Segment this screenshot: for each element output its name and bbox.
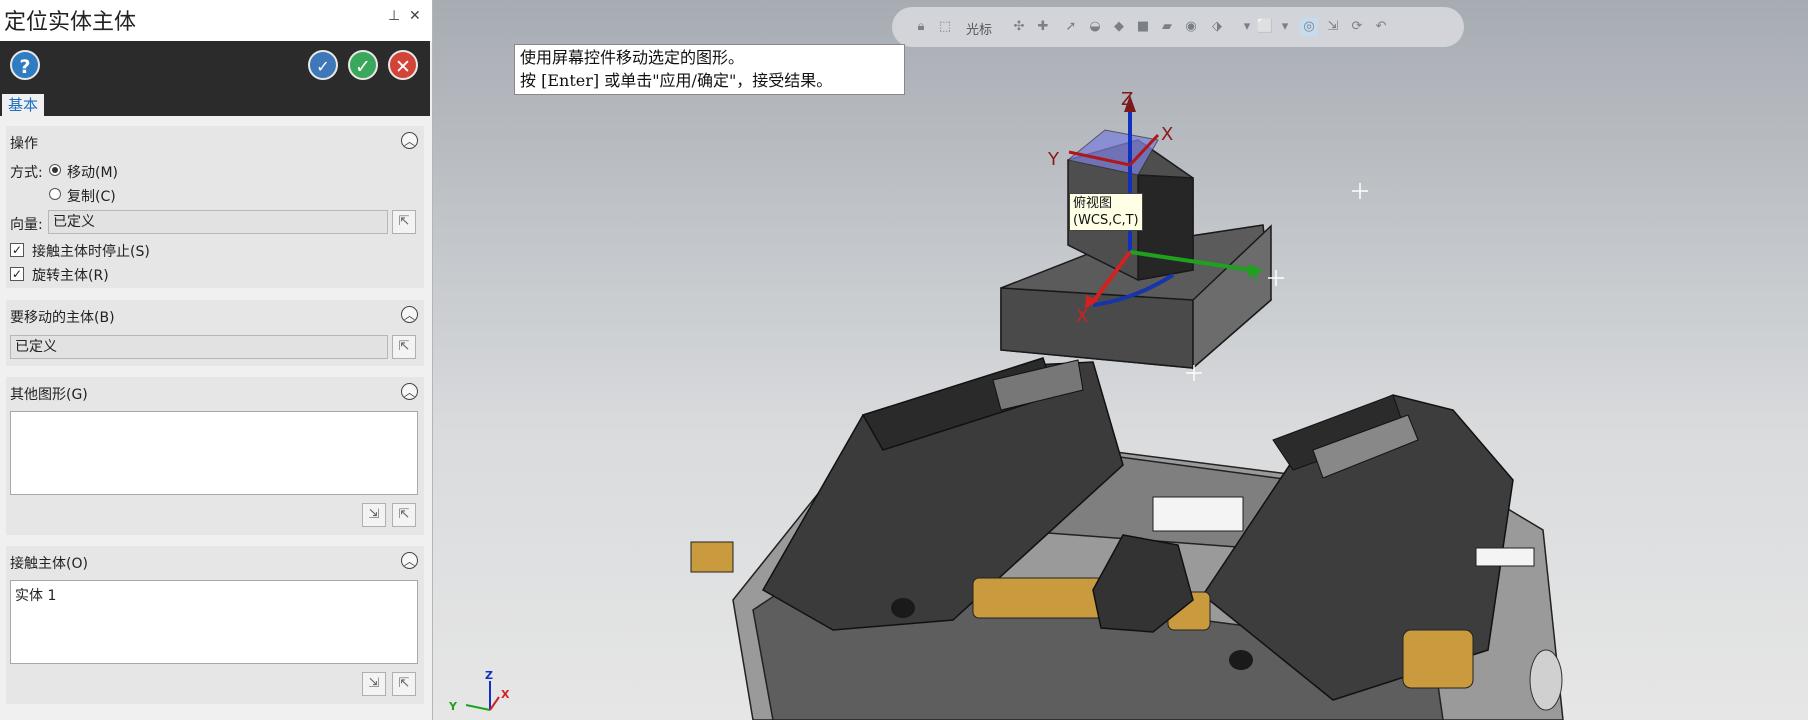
body-select-button[interactable]: ⇱	[392, 335, 416, 359]
dialog-toolbar: ? ✓ ✓ ✕	[0, 41, 430, 92]
tab-basic[interactable]: 基本	[2, 94, 45, 116]
collapse-contact-body-button[interactable]: ︿	[401, 552, 418, 569]
collapse-body-to-move-button[interactable]: ︿	[401, 306, 418, 323]
cursor-label[interactable]: 光标	[966, 19, 992, 38]
triad-z-label: Z	[485, 669, 493, 682]
snap-point-icon[interactable]: ✚	[1034, 18, 1052, 36]
vector-select-button[interactable]: ⇱	[392, 210, 416, 234]
vise-model	[690, 357, 1564, 720]
dialog-titlebar: 定位实体主体 ⊥ ✕	[0, 0, 432, 41]
triad-x-label: X	[501, 688, 510, 701]
other-geometry-group: 其他图形(G) ︿ ⇲ ⇱	[6, 377, 424, 535]
cad-scene: Z Y X Y X Z Y X	[448, 89, 1564, 720]
lock-icon[interactable]: 🔒︎	[912, 18, 930, 36]
close-icon[interactable]: ✕	[409, 8, 421, 24]
view-toolbar: 🔒︎ ⬚ 光标 ✣ ✚ ➚ ◒ ◆ ■ ▰ ◉ ⬗ ▾ ⬜ ▾ ◎ ⇲ ⟳ ↶	[892, 7, 1464, 47]
collapse-other-geometry-button[interactable]: ︿	[401, 383, 418, 400]
view-tag-line-2: (WCS,C,T)	[1073, 213, 1139, 228]
collapse-operation-button[interactable]: ︿	[401, 132, 418, 149]
view-triad: Z Y X	[448, 669, 510, 713]
manip-y-label-upper: Y	[1047, 149, 1060, 170]
body-to-move-group: 要移动的主体(B) ︿ 已定义 ⇱	[6, 300, 424, 366]
cube-front-icon[interactable]: ■	[1134, 18, 1152, 36]
filter-icon[interactable]: ⬗	[1208, 18, 1226, 36]
body-to-move-field[interactable]: 已定义	[10, 335, 388, 359]
pin-icon[interactable]: ⊥	[388, 8, 400, 24]
other-geometry-header: 其他图形(G)	[10, 387, 88, 403]
contact-body-header: 接触主体(O)	[10, 556, 88, 572]
xyz-icon[interactable]: ✣	[1010, 18, 1028, 36]
vector-field[interactable]: 已定义	[48, 210, 388, 234]
manip-y-label: Y	[1249, 266, 1262, 287]
other-geometry-list[interactable]	[10, 411, 418, 495]
move-radio-label: 移动(M)	[67, 165, 119, 181]
body-to-move-header: 要移动的主体(B)	[10, 310, 115, 326]
locate-body-dialog: 定位实体主体 ⊥ ✕ ? ✓ ✓ ✕ 基本 操作 ︿ 方式: 移动(M) 复制(…	[0, 0, 433, 720]
chevron-down-icon[interactable]: ▾	[1238, 18, 1256, 36]
ok-button[interactable]: ✓	[348, 50, 378, 80]
rotate-body-label: 旋转主体(R)	[32, 268, 109, 284]
select-geometry-button[interactable]: ⇱	[392, 503, 416, 527]
cube-side-icon[interactable]: ▰	[1158, 18, 1176, 36]
hint-line-2: 按 [Enter] 或单击"应用/确定"，接受结果。	[520, 71, 833, 90]
triad-y-label: Y	[448, 700, 458, 713]
move-radio[interactable]	[49, 164, 61, 176]
list-item[interactable]: 实体 1	[15, 585, 413, 605]
rotate-body-checkbox[interactable]: ✓	[10, 267, 24, 281]
cursor-select-icon[interactable]: ⬚	[936, 18, 954, 36]
view-tag: 俯视图 (WCS,C,T)	[1069, 193, 1143, 231]
hint-tooltip: 使用屏幕控件移动选定的图形。 按 [Enter] 或单击"应用/确定"，接受结果…	[514, 44, 905, 95]
chevron-down-icon[interactable]: ▾	[1276, 18, 1294, 36]
show-hide-icon[interactable]: ◎	[1300, 18, 1318, 36]
cancel-button[interactable]: ✕	[388, 50, 418, 80]
manip-x-label: X	[1076, 306, 1088, 327]
hint-line-1: 使用屏幕控件移动选定的图形。	[520, 48, 745, 67]
cube-icon[interactable]: ◆	[1110, 18, 1128, 36]
contact-body-list[interactable]: 实体 1	[10, 580, 418, 664]
selected-solid-body[interactable]	[1000, 129, 1272, 370]
stop-on-contact-checkbox[interactable]: ✓	[10, 243, 24, 257]
select-filter-icon[interactable]: ⇲	[1324, 18, 1342, 36]
graphics-viewport[interactable]: Z Y X Y X Z Y X 🔒︎ ⬚ 光标 ✣ ✚ ➚ ◒ ◆ ■ ▰ ◉ …	[433, 0, 1808, 720]
contact-body-group: 接触主体(O) ︿ 实体 1 ⇲ ⇱	[6, 546, 424, 704]
render-icon[interactable]: ◉	[1182, 18, 1200, 36]
manip-z-label: Z	[1121, 89, 1133, 110]
refresh-icon[interactable]: ⟳	[1348, 18, 1366, 36]
apply-button[interactable]: ✓	[308, 50, 338, 80]
vector-label: 向量:	[10, 217, 43, 233]
tab-strip: 基本	[0, 92, 430, 116]
copy-radio[interactable]	[49, 188, 61, 200]
manip-x-label-upper: X	[1161, 124, 1173, 145]
stop-on-contact-label: 接触主体时停止(S)	[32, 244, 150, 260]
box-select-icon[interactable]: ⬜	[1256, 18, 1274, 36]
shade-icon[interactable]: ◒	[1086, 18, 1104, 36]
add-geometry-button[interactable]: ⇲	[362, 503, 386, 527]
arrow-select-icon[interactable]: ➚	[1062, 18, 1080, 36]
select-contact-body-button[interactable]: ⇱	[392, 672, 416, 696]
view-tag-line-1: 俯视图	[1073, 196, 1113, 211]
undo-icon[interactable]: ↶	[1372, 18, 1390, 36]
operation-header: 操作	[10, 136, 38, 152]
add-contact-body-button[interactable]: ⇲	[362, 672, 386, 696]
operation-group: 操作 ︿ 方式: 移动(M) 复制(C) 向量: 已定义 ⇱ ✓ 接触主体时停止…	[6, 126, 424, 288]
help-button[interactable]: ?	[10, 50, 40, 80]
copy-radio-label: 复制(C)	[67, 189, 116, 205]
mode-label: 方式:	[10, 165, 43, 181]
dialog-title: 定位实体主体	[4, 10, 137, 35]
